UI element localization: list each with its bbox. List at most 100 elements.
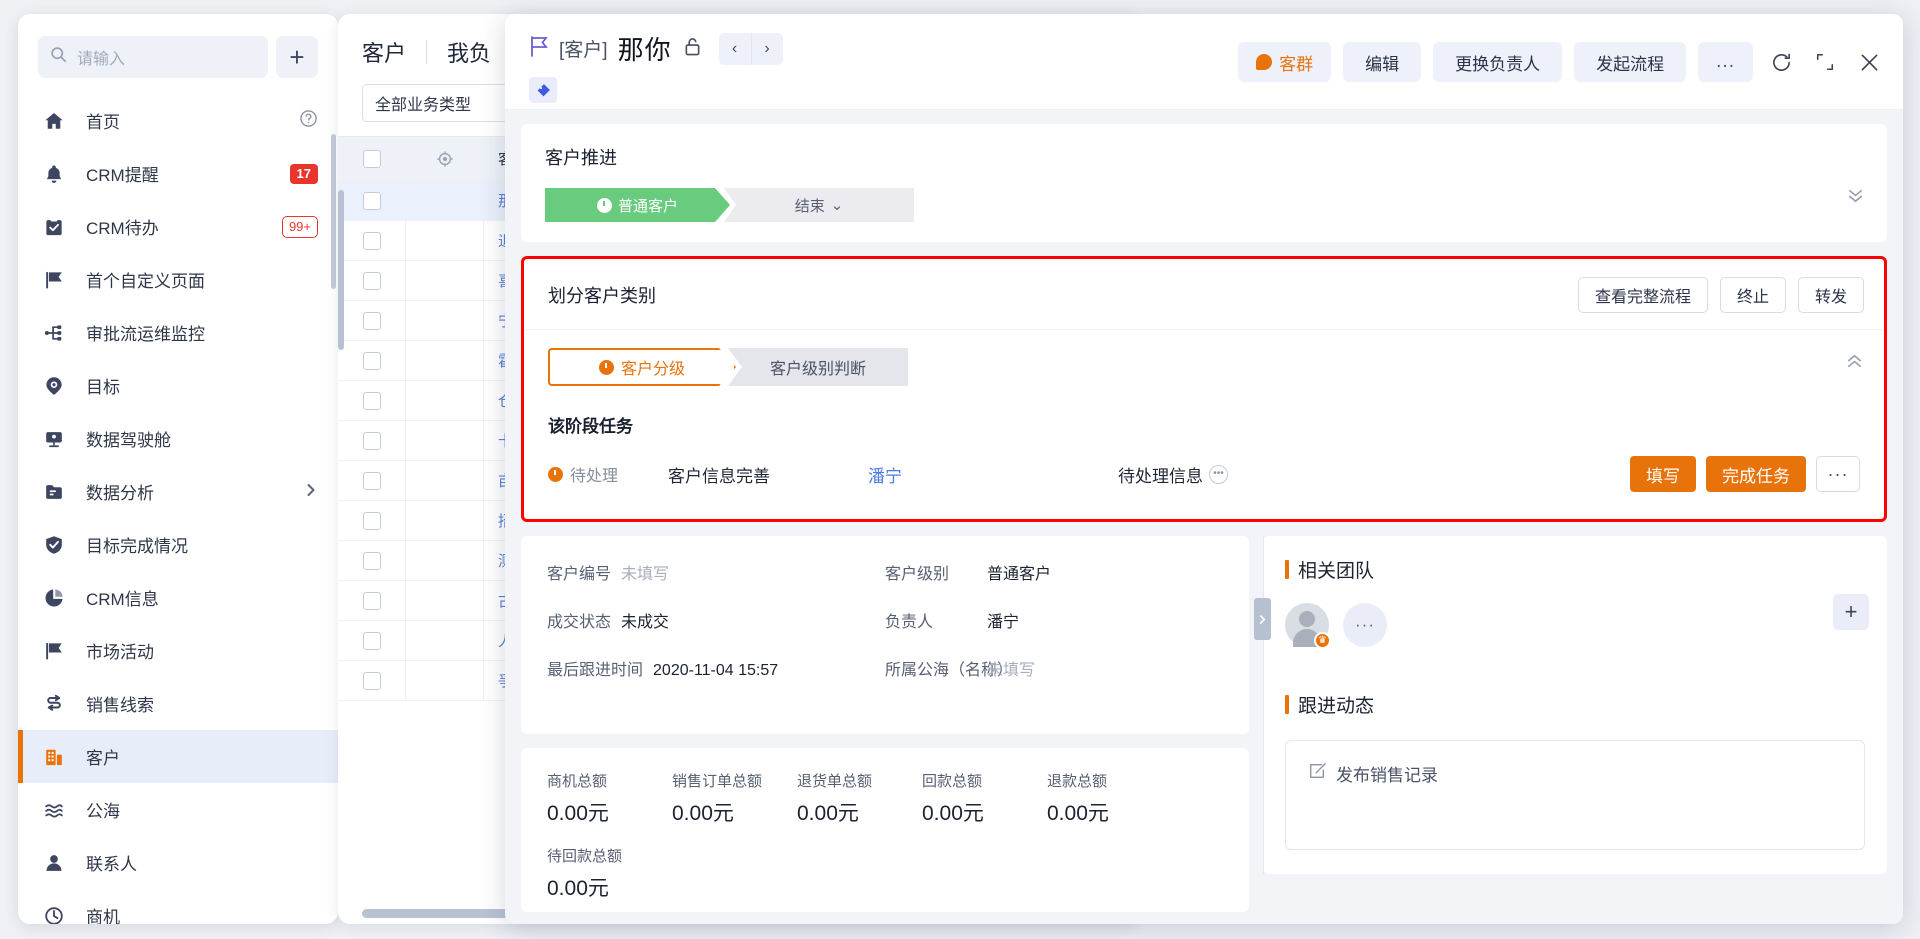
sidebar-item-15[interactable]: 商机 — [18, 889, 338, 924]
chat-group-button[interactable]: 客群 — [1238, 42, 1332, 82]
sidebar-item-7[interactable]: 数据分析 — [18, 465, 338, 518]
workflow-icon — [44, 323, 70, 343]
row-checkbox-cell[interactable] — [338, 181, 406, 220]
tag-icon[interactable] — [529, 77, 557, 103]
panel-divider — [1263, 536, 1264, 874]
add-team-member-button[interactable]: + — [1833, 594, 1869, 630]
row-checkbox-cell[interactable] — [338, 301, 406, 340]
post-record-box[interactable]: 发布销售记录 — [1285, 740, 1865, 850]
field-value[interactable]: 普通客户 — [987, 562, 1051, 588]
stats-row-secondary: 待回款总额 0.00元 — [547, 845, 1223, 902]
sidebar-item-13[interactable]: 公海 — [18, 783, 338, 836]
check-icon — [44, 535, 70, 555]
stage-normal-customer[interactable]: 普通客户 — [545, 188, 730, 222]
row-checkbox[interactable] — [362, 391, 381, 410]
row-checkbox-cell[interactable] — [338, 261, 406, 300]
row-checkbox[interactable] — [362, 631, 381, 650]
record-type-tag: [客户] — [559, 40, 608, 61]
field-value[interactable]: 未成交 — [621, 610, 669, 636]
row-checkbox-cell[interactable] — [338, 341, 406, 380]
row-checkbox-cell[interactable] — [338, 661, 406, 700]
sidebar-item-12[interactable]: 客户 — [18, 730, 338, 783]
field-value[interactable]: 潘宁 — [987, 610, 1019, 636]
forward-button[interactable]: 转发 — [1797, 277, 1864, 313]
substage-customer-grading[interactable]: 客户分级 — [548, 348, 736, 386]
row-checkbox-cell[interactable] — [338, 381, 406, 420]
row-checkbox-cell[interactable] — [338, 581, 406, 620]
sidebar-item-6[interactable]: 数据驾驶舱 — [18, 412, 338, 465]
sidebar-item-10[interactable]: 市场活动 — [18, 624, 338, 677]
row-checkbox[interactable] — [362, 311, 381, 330]
row-checkbox[interactable] — [362, 231, 381, 250]
substage-level-judgement[interactable]: 客户级别判断 — [728, 348, 908, 386]
help-icon[interactable] — [299, 109, 318, 133]
tab-my-responsible[interactable]: 我负 — [447, 36, 491, 68]
row-checkbox[interactable] — [362, 511, 381, 530]
sidebar-item-11[interactable]: 销售线索 — [18, 677, 338, 730]
collapse-stage-icon[interactable] — [1845, 352, 1864, 377]
add-button[interactable]: + — [276, 36, 318, 78]
sidebar-item-5[interactable]: 目标 — [18, 359, 338, 412]
sidebar-item-9[interactable]: CRM信息 — [18, 571, 338, 624]
view-full-flow-button[interactable]: 查看完整流程 — [1577, 277, 1708, 313]
select-all-cell[interactable] — [338, 137, 406, 180]
panel-splitter-handle[interactable] — [1254, 598, 1271, 640]
row-checkbox-cell[interactable] — [338, 621, 406, 660]
row-checkbox[interactable] — [362, 271, 381, 290]
field-value[interactable]: 未填写 — [987, 658, 1035, 684]
row-checkbox-cell[interactable] — [338, 461, 406, 500]
sidebar-item-badge: 99+ — [281, 215, 318, 238]
row-checkbox[interactable] — [362, 351, 381, 370]
tab-customers[interactable]: 客户 — [362, 36, 406, 68]
ellipsis-circle-icon[interactable]: ••• — [1209, 464, 1228, 484]
sidebar-item-0[interactable]: 首页 — [18, 94, 338, 147]
row-checkbox[interactable] — [362, 191, 381, 210]
sidebar-item-2[interactable]: CRM待办 99+ — [18, 200, 338, 253]
terminate-button[interactable]: 终止 — [1719, 277, 1786, 313]
row-checkbox[interactable] — [362, 671, 381, 690]
avatar[interactable]: ♛ — [1285, 603, 1331, 649]
sidebar-item-3[interactable]: 首个自定义页面 — [18, 253, 338, 306]
expand-icon[interactable] — [1809, 46, 1841, 78]
row-checkbox-cell[interactable] — [338, 501, 406, 540]
row-checkbox[interactable] — [362, 431, 381, 450]
field-value[interactable]: 未填写 — [621, 562, 669, 588]
field-value[interactable]: 2020-11-04 15:57 — [653, 658, 778, 684]
task-more-button[interactable]: ··· — [1816, 456, 1860, 492]
row-checkbox-cell[interactable] — [338, 221, 406, 260]
sidebar-item-4[interactable]: 审批流运维监控 — [18, 306, 338, 359]
row-checkbox-cell[interactable] — [338, 421, 406, 460]
row-checkbox[interactable] — [362, 591, 381, 610]
task-owner-link[interactable]: 潘宁 — [868, 462, 1118, 487]
list-vertical-scrollbar[interactable] — [338, 190, 344, 350]
complete-task-button[interactable]: 完成任务 — [1706, 456, 1806, 492]
unlock-icon[interactable] — [684, 37, 701, 61]
close-icon[interactable] — [1853, 46, 1885, 78]
sidebar-item-14[interactable]: 联系人 — [18, 836, 338, 889]
start-flow-button[interactable]: 发起流程 — [1574, 42, 1687, 82]
row-checkbox[interactable] — [362, 551, 381, 570]
collapse-progress-icon[interactable] — [1846, 186, 1865, 211]
opportunity-icon — [44, 906, 70, 924]
row-icon-cell — [406, 261, 484, 300]
prev-record-button[interactable]: ‹ — [719, 33, 751, 65]
change-owner-button[interactable]: 更换负责人 — [1433, 42, 1563, 82]
team-more-button[interactable]: ··· — [1343, 603, 1387, 647]
stat-value: 0.00元 — [672, 802, 734, 825]
sidebar-scrollbar[interactable] — [331, 134, 336, 289]
edit-button[interactable]: 编辑 — [1343, 42, 1422, 82]
more-actions-button[interactable]: ... — [1698, 42, 1753, 82]
refresh-icon[interactable] — [1765, 46, 1797, 78]
row-icon-cell — [406, 341, 484, 380]
search-input[interactable]: 请输入 — [38, 36, 268, 78]
next-record-button[interactable]: › — [750, 32, 783, 65]
fill-button[interactable]: 填写 — [1630, 456, 1696, 492]
row-checkbox[interactable] — [362, 471, 381, 490]
field-label: 成交状态 — [547, 614, 612, 631]
customer-detail-panel: [客户] 那你 ‹ › 客群 编辑 更换负责人 发起流程 ... 客户推进 普通… — [505, 14, 1903, 924]
select-all-checkbox[interactable] — [362, 149, 381, 168]
sidebar-item-8[interactable]: 目标完成情况 — [18, 518, 338, 571]
sidebar-item-1[interactable]: CRM提醒 17 — [18, 147, 338, 200]
row-checkbox-cell[interactable] — [338, 541, 406, 580]
stage-end[interactable]: 结束 ⌄ — [724, 188, 914, 222]
